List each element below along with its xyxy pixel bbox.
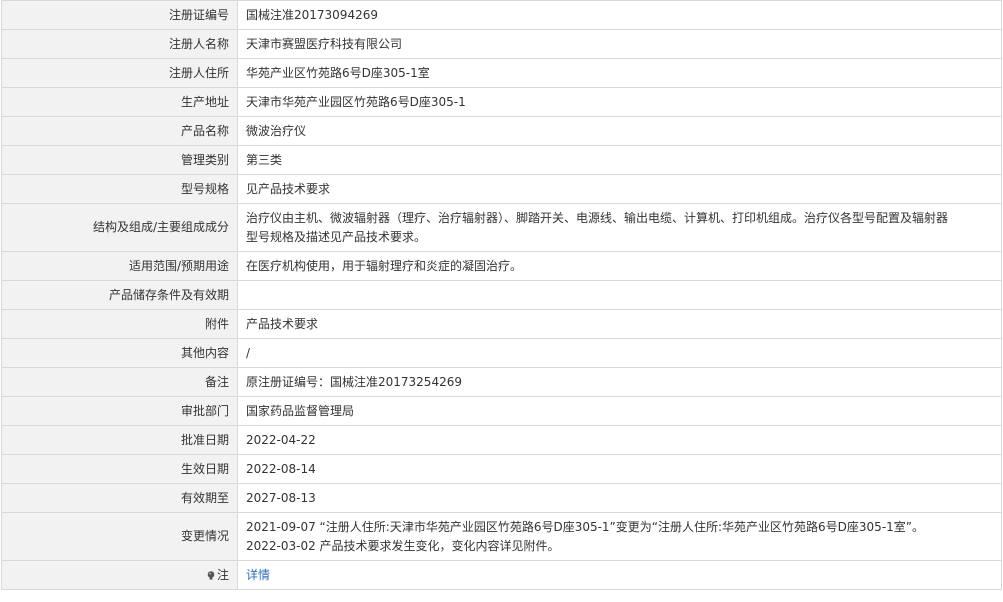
value-product-name: 微波治疗仪 bbox=[237, 116, 1002, 146]
row-registrant-name: 注册人名称 天津市赛盟医疗科技有限公司 bbox=[1, 29, 1002, 59]
row-intended-use: 适用范围/预期用途 在医疗机构使用，用于辐射理疗和炎症的凝固治疗。 bbox=[1, 251, 1002, 281]
label-remarks: 备注 bbox=[1, 367, 238, 397]
detail-link[interactable]: 详情 bbox=[246, 568, 270, 582]
label-registration-number: 注册证编号 bbox=[1, 0, 238, 30]
label-structure-composition: 结构及组成/主要组成成分 bbox=[1, 203, 238, 252]
label-effective-date: 生效日期 bbox=[1, 454, 238, 484]
change-line-1: 2021-09-07 “注册人住所:天津市华苑产业园区竹苑路6号D座305-1”… bbox=[246, 519, 924, 534]
value-other-content: / bbox=[237, 338, 1002, 368]
value-attachment: 产品技术要求 bbox=[237, 309, 1002, 339]
row-approval-date: 批准日期 2022-04-22 bbox=[1, 425, 1002, 455]
row-storage-validity: 产品储存条件及有效期 bbox=[1, 280, 1002, 310]
label-other-content: 其他内容 bbox=[1, 338, 238, 368]
label-production-address: 生产地址 bbox=[1, 87, 238, 117]
label-model-spec: 型号规格 bbox=[1, 174, 238, 204]
label-registrant-address: 注册人住所 bbox=[1, 58, 238, 88]
structure-line-2: 型号规格及描述见产品技术要求。 bbox=[246, 229, 427, 244]
row-approval-department: 审批部门 国家药品监督管理局 bbox=[1, 396, 1002, 426]
row-production-address: 生产地址 天津市华苑产业园区竹苑路6号D座305-1 bbox=[1, 87, 1002, 117]
label-management-class: 管理类别 bbox=[1, 145, 238, 175]
row-structure-composition: 结构及组成/主要组成成分 治疗仪由主机、微波辐射器（理疗、治疗辐射器）、脚踏开关… bbox=[1, 203, 1002, 252]
value-structure-composition: 治疗仪由主机、微波辐射器（理疗、治疗辐射器）、脚踏开关、电源线、输出电缆、计算机… bbox=[237, 203, 1002, 252]
label-change-history: 变更情况 bbox=[1, 512, 238, 561]
label-attachment: 附件 bbox=[1, 309, 238, 339]
value-approval-department: 国家药品监督管理局 bbox=[237, 396, 1002, 426]
value-registrant-name: 天津市赛盟医疗科技有限公司 bbox=[237, 29, 1002, 59]
row-model-spec: 型号规格 见产品技术要求 bbox=[1, 174, 1002, 204]
structure-line-1: 治疗仪由主机、微波辐射器（理疗、治疗辐射器）、脚踏开关、电源线、输出电缆、计算机… bbox=[246, 210, 949, 225]
value-management-class: 第三类 bbox=[237, 145, 1002, 175]
bulb-icon bbox=[207, 570, 215, 580]
label-storage-validity: 产品储存条件及有效期 bbox=[1, 280, 238, 310]
label-intended-use: 适用范围/预期用途 bbox=[1, 251, 238, 281]
value-production-address: 天津市华苑产业园区竹苑路6号D座305-1 bbox=[237, 87, 1002, 117]
label-product-name: 产品名称 bbox=[1, 116, 238, 146]
row-effective-date: 生效日期 2022-08-14 bbox=[1, 454, 1002, 484]
value-registration-number: 国械注准20173094269 bbox=[237, 0, 1002, 30]
value-approval-date: 2022-04-22 bbox=[237, 425, 1002, 455]
row-change-history: 变更情况 2021-09-07 “注册人住所:天津市华苑产业园区竹苑路6号D座3… bbox=[1, 512, 1002, 561]
label-approval-date: 批准日期 bbox=[1, 425, 238, 455]
label-registrant-name: 注册人名称 bbox=[1, 29, 238, 59]
row-registrant-address: 注册人住所 华苑产业区竹苑路6号D座305-1室 bbox=[1, 58, 1002, 88]
label-valid-until: 有效期至 bbox=[1, 483, 238, 513]
row-attachment: 附件 产品技术要求 bbox=[1, 309, 1002, 339]
row-remarks: 备注 原注册证编号：国械注准20173254269 bbox=[1, 367, 1002, 397]
value-effective-date: 2022-08-14 bbox=[237, 454, 1002, 484]
value-registrant-address: 华苑产业区竹苑路6号D座305-1室 bbox=[237, 58, 1002, 88]
row-other-content: 其他内容 / bbox=[1, 338, 1002, 368]
value-valid-until: 2027-08-13 bbox=[237, 483, 1002, 513]
value-change-history: 2021-09-07 “注册人住所:天津市华苑产业园区竹苑路6号D座305-1”… bbox=[237, 512, 1002, 561]
row-management-class: 管理类别 第三类 bbox=[1, 145, 1002, 175]
note-label-text: 注 bbox=[216, 567, 229, 582]
value-note: 详情 bbox=[237, 560, 1002, 590]
label-approval-department: 审批部门 bbox=[1, 396, 238, 426]
row-valid-until: 有效期至 2027-08-13 bbox=[1, 483, 1002, 513]
registration-info-table: 注册证编号 国械注准20173094269 注册人名称 天津市赛盟医疗科技有限公… bbox=[1, 0, 1002, 590]
value-remarks: 原注册证编号：国械注准20173254269 bbox=[237, 367, 1002, 397]
value-model-spec: 见产品技术要求 bbox=[237, 174, 1002, 204]
row-registration-number: 注册证编号 国械注准20173094269 bbox=[1, 0, 1002, 30]
value-storage-validity bbox=[237, 280, 1002, 310]
label-note: 注 bbox=[1, 560, 238, 590]
row-product-name: 产品名称 微波治疗仪 bbox=[1, 116, 1002, 146]
change-line-2: 2022-03-02 产品技术要求发生变化，变化内容详见附件。 bbox=[246, 538, 560, 553]
value-intended-use: 在医疗机构使用，用于辐射理疗和炎症的凝固治疗。 bbox=[237, 251, 1002, 281]
row-note: 注 详情 bbox=[1, 560, 1002, 590]
